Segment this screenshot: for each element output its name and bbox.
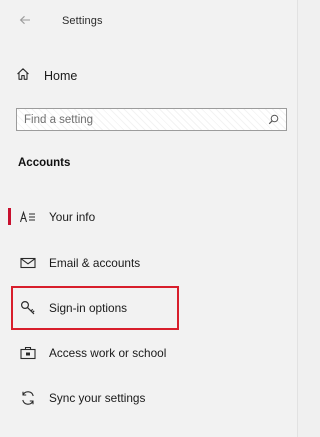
- back-arrow-icon: [19, 12, 31, 30]
- briefcase-icon: [18, 343, 38, 363]
- nav-item-sync-settings[interactable]: Sync your settings: [10, 381, 280, 415]
- sync-icon: [18, 388, 38, 408]
- search-icon[interactable]: [266, 113, 280, 127]
- accounts-section-heading: Accounts: [18, 157, 71, 169]
- mail-icon: [18, 253, 38, 273]
- nav-item-label: Sync your settings: [49, 391, 146, 405]
- search-input[interactable]: [24, 113, 266, 126]
- nav-item-sign-in-options[interactable]: Sign-in options: [10, 291, 280, 325]
- window-title: Settings: [62, 15, 103, 27]
- person-info-icon: [18, 207, 38, 227]
- nav-item-access-work-school[interactable]: Access work or school: [10, 336, 280, 370]
- nav-item-label: Your info: [49, 210, 96, 224]
- back-button[interactable]: [14, 10, 36, 32]
- nav-item-email-accounts[interactable]: Email & accounts: [10, 246, 280, 280]
- nav-item-label: Email & accounts: [49, 256, 141, 270]
- home-icon: [16, 67, 30, 86]
- search-box: [16, 108, 287, 131]
- home-nav-item[interactable]: Home: [16, 64, 276, 88]
- settings-nav-pane: Settings Home Accounts Your info: [0, 0, 298, 437]
- title-bar: Settings: [0, 0, 298, 46]
- key-icon: [18, 298, 38, 318]
- nav-item-your-info[interactable]: Your info: [10, 200, 280, 234]
- nav-item-label: Sign-in options: [49, 301, 128, 315]
- nav-item-label: Access work or school: [49, 346, 167, 360]
- home-label: Home: [44, 69, 78, 83]
